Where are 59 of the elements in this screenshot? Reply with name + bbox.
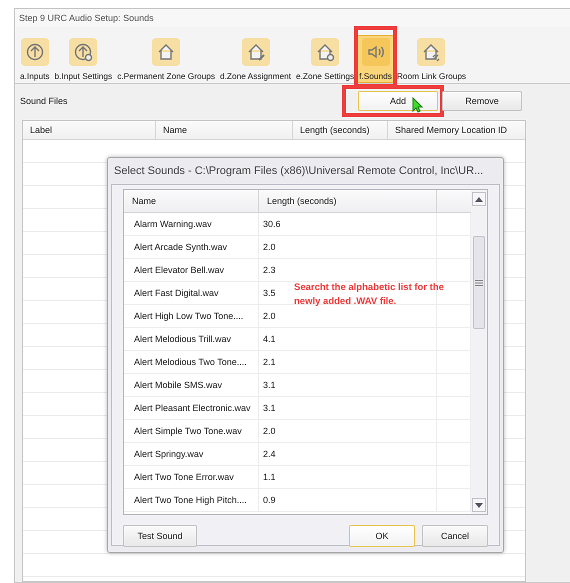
table-cell: 2.1 bbox=[259, 351, 437, 373]
table-cell: Alarm Warning.wav bbox=[124, 213, 259, 235]
table-cell: 2.4 bbox=[259, 443, 437, 465]
table-cell: 2.0 bbox=[259, 236, 437, 258]
toolbar-tab[interactable]: Room Link Groups bbox=[394, 35, 468, 83]
toolbar-tab[interactable]: c.Permanent Zone Groups bbox=[115, 35, 217, 83]
table-cell: 1.1 bbox=[259, 466, 437, 488]
table-cell: 30.6 bbox=[259, 213, 437, 235]
column-header[interactable]: Length (seconds) bbox=[259, 190, 437, 212]
dialog-button[interactable]: Cancel bbox=[422, 525, 488, 547]
table-cell: Alert Elevator Bell.wav bbox=[124, 259, 259, 281]
tab-icon bbox=[362, 38, 390, 66]
scroll-thumb[interactable] bbox=[473, 236, 485, 329]
table-cell: Alert Melodious Trill.wav bbox=[124, 328, 259, 350]
table-cell: 3.1 bbox=[259, 397, 437, 419]
table-cell: Alert High Low Two Tone.... bbox=[124, 305, 259, 327]
table-cell: Alert Melodious Two Tone.... bbox=[124, 351, 259, 373]
toolbar-tab[interactable]: b.Input Settings bbox=[52, 35, 114, 83]
tab-icon bbox=[311, 38, 340, 66]
toolbar-tab[interactable]: f.Sounds bbox=[357, 35, 394, 83]
table-cell: 0.9 bbox=[259, 489, 437, 511]
table-cell: Alert Arcade Synth.wav bbox=[124, 236, 259, 258]
dialog-button[interactable]: OK bbox=[349, 525, 415, 547]
table-cell: 4.1 bbox=[259, 328, 437, 350]
scrollbar[interactable] bbox=[471, 190, 487, 514]
dialog-button[interactable]: Test Sound bbox=[123, 525, 197, 547]
table-cell: Alert Fast Digital.wav bbox=[124, 282, 259, 304]
table-cell: Alert Mobile SMS.wav bbox=[124, 374, 259, 396]
down-arrow-icon bbox=[475, 502, 483, 508]
table-cell: Alert Two Tone Error.wav bbox=[124, 466, 259, 488]
column-header[interactable]: Label bbox=[23, 121, 156, 139]
toolbar-tab[interactable]: a.Inputs bbox=[18, 35, 52, 83]
column-header[interactable]: Name bbox=[156, 121, 293, 139]
table-cell: Alert Springy.wav bbox=[124, 443, 259, 465]
scroll-up-button[interactable] bbox=[472, 192, 486, 206]
toolbar-tab[interactable]: d.Zone Assignment bbox=[218, 35, 294, 83]
table-cell: Alert Two Tone High Pitch.... bbox=[124, 489, 259, 511]
table-cell: Alert Pleasant Electronic.wav bbox=[124, 397, 259, 419]
up-arrow-icon bbox=[475, 196, 483, 202]
column-header[interactable]: Name bbox=[124, 190, 259, 212]
tab-icon bbox=[69, 38, 98, 66]
window-title: Step 9 URC Audio Setup: Sounds bbox=[15, 9, 570, 27]
table-cell: 3.1 bbox=[259, 374, 437, 396]
table-cell: Alert Simple Two Tone.wav bbox=[124, 420, 259, 442]
tab-icon bbox=[20, 38, 49, 66]
tab-icon bbox=[417, 38, 446, 66]
column-header[interactable]: Shared Memory Location ID bbox=[388, 121, 524, 139]
toolbar-tab[interactable]: e.Zone Settings bbox=[294, 35, 356, 83]
table-cell: 2.3 bbox=[259, 259, 437, 281]
dialog-title: Select Sounds - C:\Program Files (x86)\Universal Remote Control, Inc\UR... bbox=[113, 164, 484, 179]
scroll-down-button[interactable] bbox=[472, 498, 486, 512]
tab-icon bbox=[152, 38, 180, 66]
action-button[interactable]: Add bbox=[358, 91, 438, 111]
tab-icon bbox=[242, 38, 270, 66]
action-button[interactable]: Remove bbox=[442, 91, 522, 111]
table-cell: 2.0 bbox=[259, 420, 437, 442]
column-header[interactable]: Length (seconds) bbox=[293, 121, 388, 139]
cursor-icon bbox=[412, 97, 424, 113]
section-label: Sound Files bbox=[20, 96, 69, 106]
